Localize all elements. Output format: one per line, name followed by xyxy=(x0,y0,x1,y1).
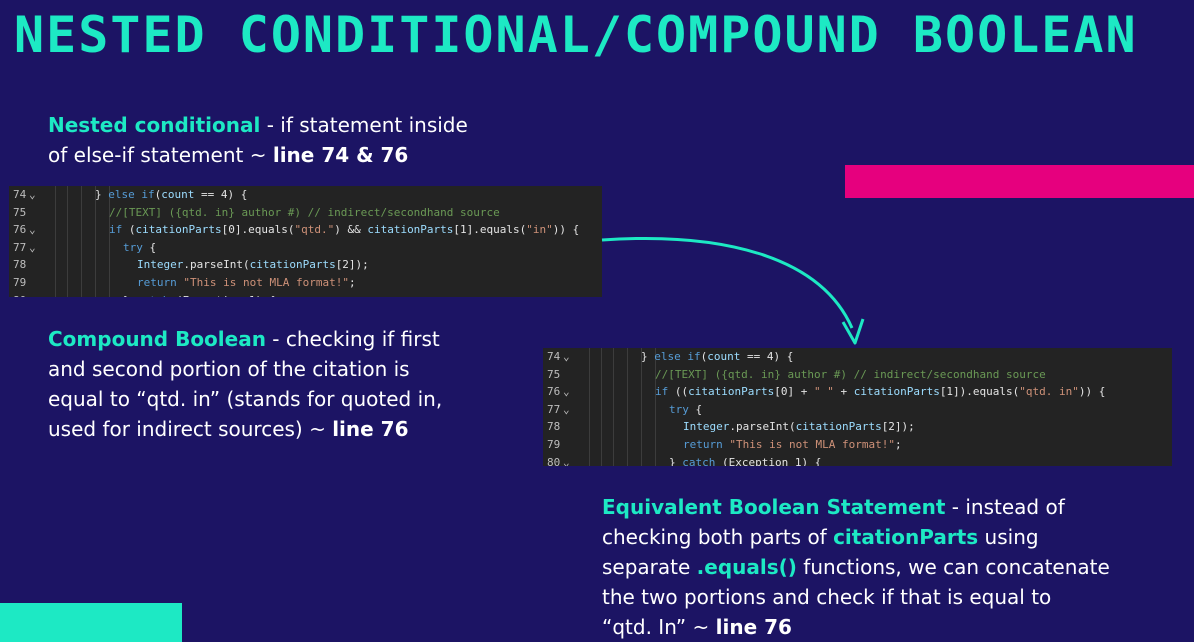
indent-guide xyxy=(601,453,602,466)
indent-guide xyxy=(589,348,590,366)
fold-chevron-icon[interactable]: ⌄ xyxy=(563,383,601,401)
code-line: 74 ⌄} else if(count == 4) { xyxy=(543,348,1172,366)
indent-guide xyxy=(589,400,590,419)
code-line: 80⌄} catch (Exception 1) { xyxy=(543,453,1172,466)
equivalent-text-2b: using xyxy=(978,525,1039,549)
indent-guide xyxy=(613,435,614,454)
line-number: 75 xyxy=(547,367,561,381)
indent-guide xyxy=(641,400,642,419)
indent-guide xyxy=(627,383,628,401)
fold-chevron-icon[interactable]: ⌄ xyxy=(563,348,601,366)
equivalent-text-3b: functions, we can concatenate xyxy=(796,555,1110,579)
indent-guide xyxy=(601,348,602,366)
indent-guide xyxy=(589,435,590,454)
code-line: 77 ⌄ try { xyxy=(543,400,1172,419)
code-text: //[TEXT] ({qtd. in} author #) // indirec… xyxy=(655,366,1046,384)
indent-guide xyxy=(601,383,602,401)
code-token: } else if(count == 4) { xyxy=(641,350,794,363)
code-token: Integer.parseInt(citationParts[2]); xyxy=(683,420,915,434)
fold-chevron-icon[interactable]: ⌄ xyxy=(563,401,601,419)
equivalent-text-2a: checking both parts of xyxy=(602,525,834,549)
indent-guide xyxy=(613,365,614,384)
indent-guide xyxy=(655,400,656,419)
indent-guide xyxy=(613,453,614,466)
indent-guide xyxy=(601,365,602,384)
code-token: } catch (Exception 1) { xyxy=(669,455,822,466)
code-line: 78 Integer.parseInt(citationParts[2]); xyxy=(543,418,1172,436)
line-number: 78 xyxy=(547,420,561,434)
code-text: return "This is not MLA format!"; xyxy=(683,436,902,454)
code-text: Integer.parseInt(citationParts[2]); xyxy=(683,418,915,436)
equals-term: .equals() xyxy=(696,555,797,579)
code-line: 76 ⌄ if ((citationParts[0] + " " + citatio… xyxy=(543,383,1172,401)
code-token: ; xyxy=(894,437,902,451)
code-snippet-equivalent: 74 ⌄} else if(count == 4) {75//[TEXT] ({q… xyxy=(543,348,1172,466)
equivalent-text-1: - instead of xyxy=(945,495,1065,519)
code-token: if ((citationParts[0] + xyxy=(655,385,814,399)
code-token: //[TEXT] ({qtd. in} author #) // indirec… xyxy=(655,367,1046,381)
indent-guide xyxy=(589,453,590,466)
equivalent-text-5: “qtd. In” ~ xyxy=(602,615,716,639)
code-token: " " xyxy=(813,385,834,399)
indent-guide xyxy=(627,365,628,384)
indent-guide xyxy=(627,435,628,454)
code-text: if ((citationParts[0] + " " + citationPa… xyxy=(655,383,1105,401)
code-line: 75 //[TEXT] ({qtd. in} author #) // indir… xyxy=(543,365,1172,384)
indent-guide xyxy=(627,418,628,436)
code-text: try { xyxy=(669,401,702,419)
code-text: } else if(count == 4) { xyxy=(641,348,793,366)
equivalent-boolean-term: Equivalent Boolean Statement xyxy=(602,495,946,519)
indent-guide xyxy=(641,383,642,401)
indent-guide xyxy=(655,418,656,436)
indent-guide xyxy=(655,435,656,454)
code-token: return xyxy=(683,437,723,451)
equivalent-boolean-text: Equivalent Boolean Statement - instead o… xyxy=(602,492,1142,642)
indent-guide xyxy=(613,383,614,401)
equivalent-line-ref: line 76 xyxy=(715,615,792,639)
indent-guide xyxy=(641,435,642,454)
indent-guide xyxy=(589,383,590,401)
indent-guide xyxy=(641,418,642,436)
equivalent-text-4: the two portions and check if that is eq… xyxy=(602,585,1052,609)
indent-guide xyxy=(589,365,590,384)
indent-guide xyxy=(589,418,590,436)
code-token: "qtd. in" xyxy=(1019,385,1079,399)
indent-guide xyxy=(627,348,628,366)
code-token: )) { xyxy=(1078,385,1106,399)
code-token: "This is not MLA format!" xyxy=(729,437,895,451)
code-line: 79 return "This is not MLA format!"; xyxy=(543,435,1172,454)
indent-guide xyxy=(627,453,628,466)
citationparts-term: citationParts xyxy=(833,525,979,549)
indent-guide xyxy=(641,365,642,384)
indent-guide xyxy=(613,418,614,436)
fold-chevron-icon[interactable]: ⌄ xyxy=(563,454,601,466)
indent-guide xyxy=(601,418,602,436)
code-text: } catch (Exception 1) { xyxy=(669,454,821,466)
equivalent-text-3a: separate xyxy=(602,555,697,579)
code-token: + citationParts[1]).equals( xyxy=(833,385,1020,399)
line-number: 79 xyxy=(547,437,561,451)
indent-guide xyxy=(613,348,614,366)
indent-guide xyxy=(655,453,656,466)
code-token: try { xyxy=(669,402,703,416)
indent-guide xyxy=(641,453,642,466)
indent-guide xyxy=(601,435,602,454)
indent-guide xyxy=(613,400,614,419)
indent-guide xyxy=(601,400,602,419)
indent-guide xyxy=(627,400,628,419)
